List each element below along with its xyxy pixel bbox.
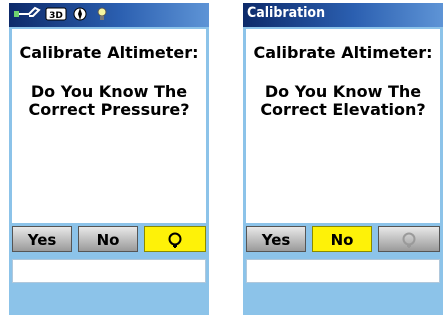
dialog-question: Do You Know The Correct Pressure? bbox=[12, 83, 206, 119]
dialog-heading: Calibrate Altimeter: bbox=[253, 43, 433, 62]
question-line-2: Correct Elevation? bbox=[260, 100, 426, 119]
restart-button[interactable] bbox=[144, 226, 206, 252]
svg-text:3D: 3D bbox=[49, 11, 63, 21]
right-device-screen: Calibration Calibrate Altimeter: Do You … bbox=[243, 3, 443, 315]
backlight-icon bbox=[97, 7, 107, 20]
compass-icon bbox=[73, 7, 87, 21]
no-button[interactable]: No bbox=[78, 226, 138, 252]
question-line-1: Do You Know The bbox=[30, 82, 188, 101]
question-line-2: Correct Pressure? bbox=[28, 100, 190, 119]
message-field bbox=[12, 259, 206, 283]
dialog-question: Do You Know The Correct Elevation? bbox=[246, 83, 440, 119]
restart-icon bbox=[402, 232, 416, 248]
satellite-icon bbox=[14, 6, 41, 17]
status-bar: 3D bbox=[9, 3, 209, 27]
no-button[interactable]: No bbox=[312, 226, 372, 252]
yes-button[interactable]: Yes bbox=[12, 226, 72, 252]
3d-fix-icon: 3D bbox=[45, 7, 67, 21]
window-title: Calibration bbox=[247, 5, 326, 21]
dialog-heading: Calibrate Altimeter: bbox=[19, 43, 199, 62]
title-bar: Calibration bbox=[243, 3, 443, 27]
button-row: Yes No bbox=[12, 226, 206, 254]
restart-button[interactable] bbox=[378, 226, 440, 252]
restart-icon bbox=[168, 232, 182, 248]
dialog-content: Calibrate Altimeter: Do You Know The Cor… bbox=[12, 29, 206, 223]
button-row: Yes No bbox=[246, 226, 440, 254]
dialog-content: Calibrate Altimeter: Do You Know The Cor… bbox=[246, 29, 440, 223]
left-device-screen: 3D Calibrate Altimeter: Do You Know The … bbox=[9, 3, 209, 315]
question-line-1: Do You Know The bbox=[264, 82, 422, 101]
yes-button[interactable]: Yes bbox=[246, 226, 306, 252]
message-field bbox=[246, 259, 440, 283]
